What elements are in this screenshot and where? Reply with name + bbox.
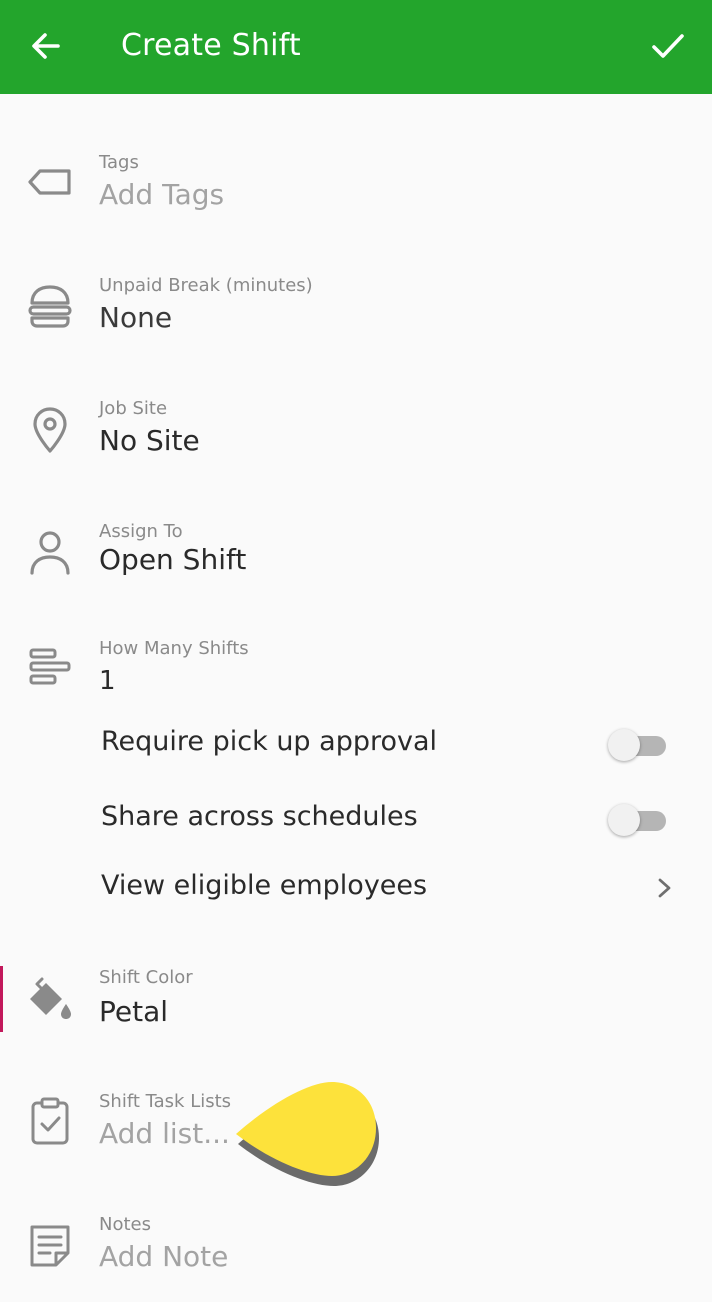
chevron-right-icon: [658, 878, 671, 898]
require-pickup-approval-toggle[interactable]: [608, 728, 668, 762]
toggle-thumb: [608, 729, 640, 761]
shift-color-field[interactable]: Shift Color Petal: [0, 955, 712, 1055]
view-eligible-employees-row[interactable]: View eligible employees: [0, 860, 712, 916]
shift-bars-icon: [29, 648, 71, 685]
assign-to-field[interactable]: Assign To Open Shift: [0, 509, 712, 609]
tag-icon: [28, 169, 71, 195]
unpaid-break-field[interactable]: Unpaid Break (minutes) None: [0, 263, 712, 363]
page-title: Create Shift: [121, 28, 301, 63]
clipboard-check-icon: [31, 1097, 69, 1145]
notes-label: Notes: [99, 1214, 151, 1235]
shift-color-value: Petal: [99, 995, 169, 1028]
shift-color-label: Shift Color: [99, 967, 193, 988]
share-across-schedules-label: Share across schedules: [101, 801, 418, 832]
assign-to-value: Open Shift: [99, 543, 247, 576]
job-site-value: No Site: [99, 424, 200, 457]
require-pickup-approval-row[interactable]: Require pick up approval: [0, 716, 712, 772]
share-across-schedules-toggle[interactable]: [608, 803, 668, 837]
toggle-thumb: [608, 804, 640, 836]
burger-icon: [28, 285, 72, 328]
how-many-shifts-label: How Many Shifts: [99, 638, 249, 659]
share-across-schedules-row[interactable]: Share across schedules: [0, 791, 712, 847]
tags-label: Tags: [99, 152, 139, 173]
notes-field[interactable]: Notes Add Note: [0, 1202, 712, 1302]
view-eligible-employees-label: View eligible employees: [101, 870, 428, 901]
job-site-field[interactable]: Job Site No Site: [0, 386, 712, 486]
tags-field[interactable]: Tags Add Tags: [0, 140, 712, 240]
arrow-left-icon[interactable]: [26, 26, 66, 66]
app-bar: Create Shift: [0, 0, 712, 94]
job-site-label: Job Site: [99, 398, 168, 419]
unpaid-break-value: None: [99, 301, 173, 334]
notes-value: Add Note: [99, 1240, 229, 1273]
unpaid-break-label: Unpaid Break (minutes): [99, 275, 313, 296]
shift-task-lists-value: Add list...: [99, 1117, 230, 1150]
assign-to-label: Assign To: [99, 521, 183, 542]
shift-task-lists-label: Shift Task Lists: [99, 1091, 232, 1112]
how-many-shifts-field[interactable]: How Many Shifts 1: [0, 626, 712, 712]
person-icon: [30, 531, 70, 575]
checkmark-icon[interactable]: [648, 26, 688, 66]
how-many-shifts-value: 1: [99, 666, 116, 696]
location-pin-icon: [33, 407, 67, 453]
note-icon: [30, 1225, 70, 1267]
paint-bucket-icon: [30, 977, 71, 1019]
require-pickup-approval-label: Require pick up approval: [101, 726, 438, 757]
tags-value: Add Tags: [99, 178, 225, 211]
teardrop-pointer-icon: [236, 1082, 379, 1186]
